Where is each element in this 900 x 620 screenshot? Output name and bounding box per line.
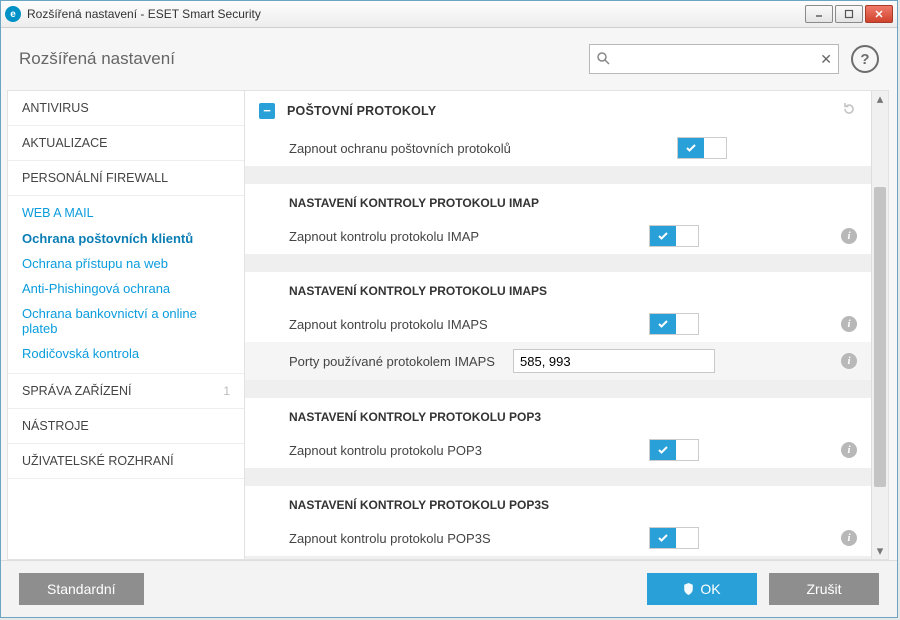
check-icon: [650, 226, 676, 246]
cancel-button[interactable]: Zrušit: [769, 573, 879, 605]
section-spacer: [245, 380, 871, 398]
page-header: Rozšířená nastavení ✕ ?: [1, 28, 897, 90]
scroll-up-icon[interactable]: ▴: [872, 91, 888, 107]
info-icon[interactable]: i: [841, 530, 857, 546]
row-label: Zapnout kontrolu protokolu POP3S: [289, 531, 637, 546]
content-wrap: − POŠTOVNÍ PROTOKOLY Zapnout ochranu poš…: [244, 90, 889, 560]
section-header-pop3s: NASTAVENÍ KONTROLY PROTOKOLU POP3S: [245, 486, 871, 520]
sidebar-item-sprava-zarizeni[interactable]: SPRÁVA ZAŘÍZENÍ 1: [8, 374, 244, 409]
help-button[interactable]: ?: [851, 45, 879, 73]
collapse-toggle[interactable]: −: [259, 103, 275, 119]
check-icon: [650, 314, 676, 334]
row-label: Porty používané protokolem IMAPS: [289, 354, 501, 369]
sidebar-item-label: Rodičovská kontrola: [22, 346, 139, 361]
check-icon: [650, 440, 676, 460]
sidebar-item-label: PERSONÁLNÍ FIREWALL: [22, 171, 168, 185]
sidebar-item-ochrana-postovnich-klientu[interactable]: Ochrana poštovních klientů: [8, 226, 244, 251]
section-spacer: [245, 468, 871, 486]
sidebar-item-rodicovska-kontrola[interactable]: Rodičovská kontrola: [8, 341, 244, 374]
check-icon: [678, 138, 704, 158]
search-input[interactable]: [614, 51, 814, 68]
info-icon[interactable]: i: [841, 353, 857, 369]
button-label: Zrušit: [807, 581, 842, 597]
button-label: OK: [700, 581, 720, 597]
sidebar: ANTIVIRUS AKTUALIZACE PERSONÁLNÍ FIREWAL…: [7, 90, 244, 560]
sidebar-item-firewall[interactable]: PERSONÁLNÍ FIREWALL: [8, 161, 244, 196]
section-spacer: [245, 166, 871, 184]
sidebar-item-web-a-mail[interactable]: WEB A MAIL: [8, 196, 244, 226]
window-controls: [805, 5, 893, 23]
row-label: Zapnout kontrolu protokolu IMAPS: [289, 317, 637, 332]
content-pane: − POŠTOVNÍ PROTOKOLY Zapnout ochranu poš…: [245, 91, 871, 559]
scroll-down-icon[interactable]: ▾: [872, 543, 888, 559]
sidebar-item-ochrana-bankovnictvi[interactable]: Ochrana bankovnictví a online plateb: [8, 301, 244, 341]
ports-imaps-input[interactable]: [513, 349, 715, 373]
sidebar-item-uzivatelske-rozhrani[interactable]: UŽIVATELSKÉ ROZHRANÍ: [8, 444, 244, 479]
scroll-thumb[interactable]: [874, 187, 886, 487]
sidebar-badge: 1: [223, 384, 230, 398]
sidebar-item-label: UŽIVATELSKÉ ROZHRANÍ: [22, 454, 174, 468]
section-header-imap: NASTAVENÍ KONTROLY PROTOKOLU IMAP: [245, 184, 871, 218]
sidebar-item-label: Anti-Phishingová ochrana: [22, 281, 170, 296]
titlebar: e Rozšířená nastavení - ESET Smart Secur…: [1, 1, 897, 28]
sidebar-item-anti-phishing[interactable]: Anti-Phishingová ochrana: [8, 276, 244, 301]
sidebar-item-label: Ochrana bankovnictví a online plateb: [22, 306, 230, 336]
row-label: Zapnout kontrolu protokolu IMAP: [289, 229, 637, 244]
search-box[interactable]: ✕: [589, 44, 839, 74]
default-button[interactable]: Standardní: [19, 573, 144, 605]
row-zapnout-pop3s: Zapnout kontrolu protokolu POP3S i: [245, 520, 871, 556]
sidebar-item-nastroje[interactable]: NÁSTROJE: [8, 409, 244, 444]
toggle-pop3s[interactable]: [649, 527, 699, 549]
row-label: Zapnout kontrolu protokolu POP3: [289, 443, 637, 458]
page-title: Rozšířená nastavení: [19, 49, 577, 69]
info-icon[interactable]: i: [841, 228, 857, 244]
row-zapnout-imaps: Zapnout kontrolu protokolu IMAPS i: [245, 306, 871, 342]
reset-icon[interactable]: [841, 101, 857, 120]
toggle-pop3[interactable]: [649, 439, 699, 461]
sidebar-item-label: Ochrana poštovních klientů: [22, 231, 193, 246]
check-icon: [650, 528, 676, 548]
sidebar-item-label: SPRÁVA ZAŘÍZENÍ: [22, 384, 132, 398]
group-header-postovni-protokoly: − POŠTOVNÍ PROTOKOLY: [245, 91, 871, 130]
row-zapnout-pop3: Zapnout kontrolu protokolu POP3 i: [245, 432, 871, 468]
ok-button[interactable]: OK: [647, 573, 757, 605]
search-icon: [596, 51, 610, 68]
sidebar-item-label: AKTUALIZACE: [22, 136, 107, 150]
sidebar-item-label: NÁSTROJE: [22, 419, 89, 433]
sidebar-item-antivirus[interactable]: ANTIVIRUS: [8, 91, 244, 126]
section-spacer: [245, 254, 871, 272]
button-label: Standardní: [47, 581, 116, 597]
toggle-imaps[interactable]: [649, 313, 699, 335]
body: ANTIVIRUS AKTUALIZACE PERSONÁLNÍ FIREWAL…: [1, 90, 897, 560]
shield-icon: [683, 583, 694, 595]
minimize-button[interactable]: [805, 5, 833, 23]
group-title: POŠTOVNÍ PROTOKOLY: [287, 104, 829, 118]
window-title: Rozšířená nastavení - ESET Smart Securit…: [27, 7, 805, 21]
sidebar-item-label: WEB A MAIL: [22, 206, 94, 220]
toggle-imap[interactable]: [649, 225, 699, 247]
info-icon[interactable]: i: [841, 316, 857, 332]
sidebar-item-aktualizace[interactable]: AKTUALIZACE: [8, 126, 244, 161]
section-header-pop3: NASTAVENÍ KONTROLY PROTOKOLU POP3: [245, 398, 871, 432]
sidebar-item-label: ANTIVIRUS: [22, 101, 89, 115]
row-zapnout-ochranu-postovnich-protokolu: Zapnout ochranu poštovních protokolů: [245, 130, 871, 166]
toggle-ochrana-postovnich-protokolu[interactable]: [677, 137, 727, 159]
row-zapnout-imap: Zapnout kontrolu protokolu IMAP i: [245, 218, 871, 254]
clear-search-icon[interactable]: ✕: [820, 51, 832, 68]
section-header-imaps: NASTAVENÍ KONTROLY PROTOKOLU IMAPS: [245, 272, 871, 306]
sidebar-item-label: Ochrana přístupu na web: [22, 256, 168, 271]
footer: Standardní OK Zrušit: [1, 560, 897, 617]
vertical-scrollbar[interactable]: ▴ ▾: [871, 91, 888, 559]
row-label: Zapnout ochranu poštovních protokolů: [289, 141, 665, 156]
row-porty-imaps: Porty používané protokolem IMAPS i: [245, 342, 871, 380]
sidebar-item-ochrana-pristupu-na-web[interactable]: Ochrana přístupu na web: [8, 251, 244, 276]
app-window: e Rozšířená nastavení - ESET Smart Secur…: [0, 0, 898, 618]
info-icon[interactable]: i: [841, 442, 857, 458]
app-logo-icon: e: [5, 6, 21, 22]
close-button[interactable]: [865, 5, 893, 23]
maximize-button[interactable]: [835, 5, 863, 23]
